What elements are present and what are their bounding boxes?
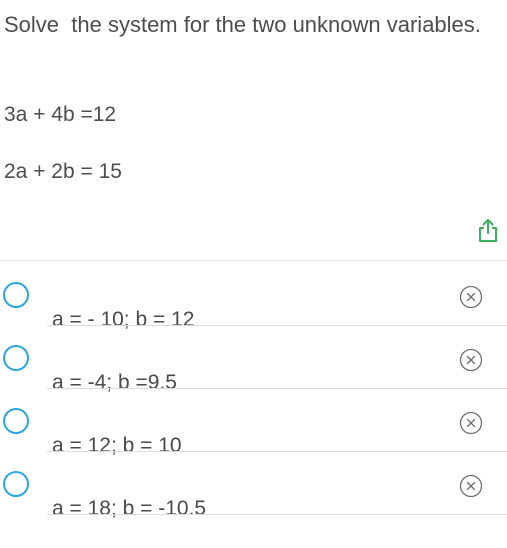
answer-option[interactable]: a = 12; b = 10: [0, 388, 507, 457]
equation-1: 3a + 4b =12: [4, 103, 117, 126]
share-button[interactable]: [477, 217, 499, 243]
option-underline: [47, 514, 507, 515]
remove-option-button[interactable]: [459, 348, 483, 372]
radio-button[interactable]: [3, 282, 29, 308]
question-block: Solve the system for the two unknown var…: [4, 8, 484, 42]
option-label: a = 18; b = -10.5: [52, 497, 207, 520]
remove-option-button[interactable]: [459, 285, 483, 309]
answer-option[interactable]: a = - 10; b = 12: [0, 262, 507, 331]
close-circle-icon: [459, 348, 483, 372]
close-circle-icon: [459, 285, 483, 309]
remove-option-button[interactable]: [459, 411, 483, 435]
question-title: Solve the system for the two unknown var…: [4, 12, 481, 37]
radio-button[interactable]: [3, 408, 29, 434]
equation-2: 2a + 2b = 15: [4, 160, 122, 183]
close-circle-icon: [459, 474, 483, 498]
radio-button[interactable]: [3, 345, 29, 371]
share-icon: [479, 219, 497, 242]
options-divider: [0, 260, 507, 261]
answer-option[interactable]: a = -4; b =9.5: [0, 325, 507, 394]
remove-option-button[interactable]: [459, 474, 483, 498]
radio-button[interactable]: [3, 471, 29, 497]
answer-option[interactable]: a = 18; b = -10.5: [0, 451, 507, 520]
close-circle-icon: [459, 411, 483, 435]
